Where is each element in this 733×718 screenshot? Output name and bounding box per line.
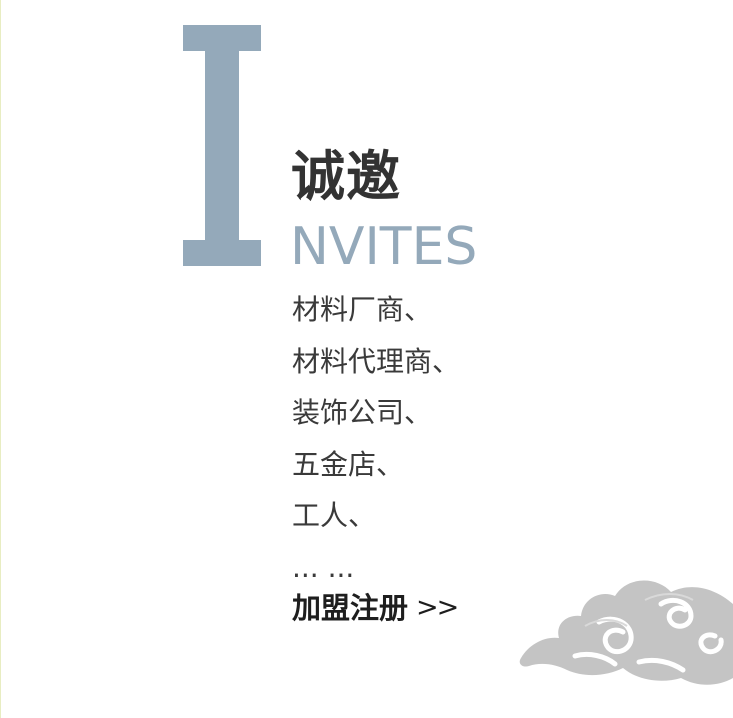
title-chinese: 诚邀: [291, 145, 401, 208]
cloud-icon: [515, 570, 733, 710]
register-label: 加盟注册: [292, 591, 409, 625]
list-item: 工人、: [292, 499, 377, 532]
register-link[interactable]: 加盟注册 >>: [292, 586, 459, 630]
list-item: 装饰公司、: [292, 396, 433, 429]
big-letter-i-shape: [183, 25, 261, 266]
big-letter-i: [183, 25, 261, 266]
title-english: NVITES: [290, 217, 478, 277]
cloud-icon-shape: [519, 580, 733, 685]
page-edge-line: [0, 0, 1, 718]
invite-list: 材料厂商、 材料代理商、 装饰公司、 五金店、 工人、 ... ...: [292, 284, 460, 593]
double-chevron-right-icon: >>: [416, 592, 459, 623]
list-item: 五金店、: [292, 447, 405, 481]
list-item: 材料代理商、: [292, 344, 461, 378]
list-item: 材料厂商、: [292, 293, 433, 326]
